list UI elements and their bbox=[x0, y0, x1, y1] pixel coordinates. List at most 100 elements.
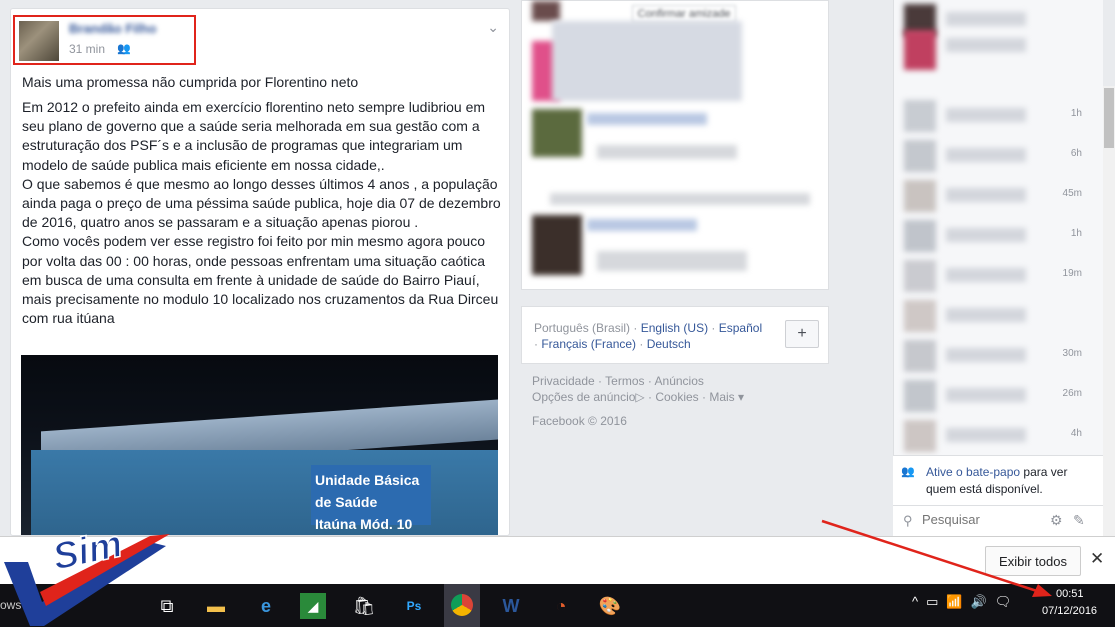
photoshop-icon[interactable]: Ps bbox=[398, 590, 430, 622]
edge-icon[interactable]: e bbox=[250, 590, 282, 622]
suggestion-name[interactable] bbox=[587, 113, 707, 125]
language-spanish[interactable]: Español bbox=[719, 321, 762, 335]
footer-link-cookies[interactable]: Cookies bbox=[655, 390, 698, 404]
footer-link-privacy[interactable]: Privacidade bbox=[532, 374, 595, 388]
gear-icon[interactable]: ⚙ bbox=[1050, 512, 1063, 529]
contact-last-active: 1h bbox=[1070, 108, 1082, 119]
chat-contact[interactable]: 1h bbox=[894, 96, 1090, 136]
suggestion-detail bbox=[597, 251, 747, 271]
contact-last-active: 26m bbox=[1062, 388, 1082, 399]
app-circle-icon[interactable]: ◔ bbox=[545, 590, 577, 622]
contact-name bbox=[946, 148, 1026, 162]
contact-avatar bbox=[904, 300, 936, 332]
chat-search-input[interactable] bbox=[922, 512, 1042, 527]
suggestion-text-block bbox=[552, 21, 742, 101]
contact-last-active: 19m bbox=[1062, 268, 1082, 279]
chat-contact[interactable]: 45m bbox=[894, 176, 1090, 216]
language-english[interactable]: English (US) bbox=[641, 321, 708, 335]
footer-link-more[interactable]: Mais ▾ bbox=[709, 390, 744, 404]
language-french[interactable]: Français (France) bbox=[541, 337, 636, 351]
suggestion-detail bbox=[597, 145, 737, 159]
store-icon[interactable]: 🛍 bbox=[348, 590, 380, 622]
chat-contact[interactable]: 1h bbox=[894, 216, 1090, 256]
contact-name bbox=[946, 268, 1026, 282]
contact-name bbox=[946, 38, 1026, 52]
contact-avatar bbox=[904, 340, 936, 372]
post-body: Em 2012 o prefeito ainda em exercício fl… bbox=[22, 99, 501, 327]
chat-contact[interactable]: 19m bbox=[894, 256, 1090, 296]
footer-link-terms[interactable]: Termos bbox=[605, 374, 644, 388]
contact-name bbox=[946, 12, 1026, 26]
contact-last-active: 1h bbox=[1070, 228, 1082, 239]
chat-contact[interactable]: 6h bbox=[894, 136, 1090, 176]
new-message-icon[interactable]: ✎ bbox=[1073, 512, 1085, 529]
enable-chat-link[interactable]: Ative o bate-papo bbox=[926, 465, 1020, 479]
people-icon: 👥 bbox=[901, 466, 915, 478]
language-row-1: Português (Brasil) · English (US) · Espa… bbox=[534, 321, 763, 335]
friends-icon: 👥 bbox=[117, 43, 131, 55]
author-name[interactable]: Brandão Filho bbox=[69, 21, 156, 36]
footer-links-row-2: Opções de anúncio▷ · Cookies · Mais ▾ bbox=[532, 390, 745, 404]
language-row-2: · Français (France) · Deutsch bbox=[534, 337, 691, 351]
contact-avatar bbox=[904, 140, 936, 172]
contact-name bbox=[946, 428, 1026, 442]
suggestion-avatar[interactable] bbox=[532, 109, 582, 157]
language-selector: Português (Brasil) · English (US) · Espa… bbox=[521, 306, 829, 364]
contact-name bbox=[946, 228, 1026, 242]
chat-scrollbar[interactable] bbox=[1103, 86, 1115, 536]
chevron-down-icon[interactable]: ⌄ bbox=[487, 19, 499, 36]
post-photo[interactable]: Unidade Básica de Saúde Itaúna Mód. 10 bbox=[21, 355, 498, 535]
suggestion-avatar[interactable] bbox=[532, 1, 560, 21]
contact-avatar bbox=[904, 180, 936, 212]
contact-avatar bbox=[904, 380, 936, 412]
post-timestamp[interactable]: 31 min bbox=[69, 42, 105, 56]
search-icon: ⚲ bbox=[903, 513, 913, 528]
chat-enable-text: Ative o bate-papo para ver quem está dis… bbox=[926, 465, 1068, 496]
contact-last-active: 30m bbox=[1062, 348, 1082, 359]
author-avatar[interactable] bbox=[19, 21, 59, 61]
language-german[interactable]: Deutsch bbox=[647, 337, 691, 351]
feed-post: Brandão Filho 31 min 👥 ⌄ Mais uma promes… bbox=[10, 8, 510, 536]
contact-last-active: 4h bbox=[1070, 428, 1082, 439]
file-explorer-icon[interactable]: ▬ bbox=[200, 590, 232, 622]
photo-sign-subtitle: Itaúna Mód. 10 bbox=[315, 516, 413, 532]
app-green-icon[interactable]: ◢ bbox=[300, 593, 326, 619]
contact-avatar bbox=[904, 420, 936, 452]
contact-name bbox=[946, 188, 1026, 202]
contact-name bbox=[946, 348, 1026, 362]
suggestion-name[interactable] bbox=[587, 219, 697, 231]
suggestion-avatar[interactable] bbox=[532, 215, 582, 275]
copyright: Facebook © 2016 bbox=[532, 414, 627, 428]
contact-avatar bbox=[904, 100, 936, 132]
photo-sign: Unidade Básica de Saúde Itaúna Mód. 10 bbox=[311, 465, 431, 532]
chat-contact[interactable]: 30m bbox=[894, 336, 1090, 376]
contact-avatar bbox=[904, 260, 936, 292]
photo-sign-title: Unidade Básica de Saúde bbox=[315, 472, 420, 510]
contact-last-active: 6h bbox=[1070, 148, 1082, 159]
ad-choices-icon: ▷ bbox=[635, 390, 645, 404]
contact-avatar bbox=[904, 220, 936, 252]
system-tray[interactable]: ^▭📶🔊🗨 bbox=[912, 594, 1019, 610]
footer-link-ads[interactable]: Anúncios bbox=[655, 374, 704, 388]
show-all-downloads-button[interactable]: Exibir todos bbox=[985, 546, 1081, 576]
clock-date[interactable]: 07/12/2016 bbox=[1042, 605, 1097, 617]
footer-link-ad-choices[interactable]: Opções de anúncio bbox=[532, 390, 635, 404]
chat-contact[interactable]: 26m bbox=[894, 376, 1090, 416]
paint-icon[interactable]: 🎨 bbox=[594, 590, 626, 622]
close-icon[interactable]: ✕ bbox=[1090, 549, 1104, 569]
chat-search-bar: ⚲ ⚙ ✎ bbox=[893, 505, 1103, 536]
suggestion-section-title bbox=[550, 193, 810, 205]
chat-contact[interactable]: 4h bbox=[894, 416, 1090, 456]
chat-enable-prompt: 👥 Ative o bate-papo para ver quem está d… bbox=[893, 455, 1103, 505]
word-icon[interactable]: W bbox=[495, 590, 527, 622]
sim-logo: Sim bbox=[4, 522, 170, 626]
chrome-icon[interactable] bbox=[444, 584, 480, 627]
chat-scrollbar-thumb[interactable] bbox=[1104, 88, 1114, 148]
chat-contact[interactable] bbox=[894, 296, 1090, 336]
add-language-button[interactable]: + bbox=[785, 320, 819, 348]
clock-time[interactable]: 00:51 bbox=[1056, 588, 1084, 600]
footer-links-row-1: Privacidade · Termos · Anúncios bbox=[532, 374, 704, 388]
contact-last-active: 45m bbox=[1062, 188, 1082, 199]
chat-contact[interactable] bbox=[894, 26, 1090, 70]
friend-suggestions-panel: Confirmar amizade bbox=[521, 0, 829, 290]
